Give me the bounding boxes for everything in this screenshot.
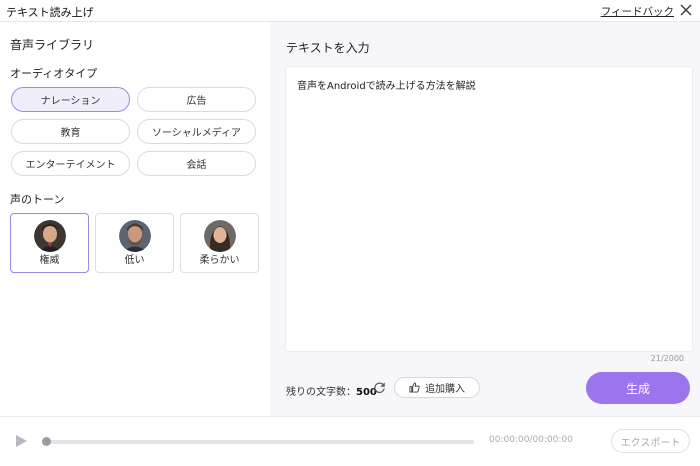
progress-knob[interactable] [42,437,51,446]
progress-track[interactable] [42,437,474,446]
play-icon[interactable] [14,434,28,448]
purchase-label: 追加購入 [425,384,465,395]
audio-type-title: オーディオタイプ [10,67,98,80]
thumbs-up-icon [409,382,420,393]
remaining-characters: 残りの文字数：500 [286,383,377,398]
text-input-area[interactable]: 音声をAndroidで読み上げる方法を解説 21/2000 [285,66,693,363]
input-text: 音声をAndroidで読み上げる方法を解説 [297,81,476,92]
purchase-more-button[interactable]: 追加購入 [394,377,480,398]
text-input-panel: テキストを入力 音声をAndroidで読み上げる方法を解説 21/2000 残り… [270,22,700,416]
tone-label: 低い [124,255,145,266]
audio-player: 00:00:00/00:00:00 エクスポート [0,416,700,466]
voice-library-title: 音声ライブラリ [10,38,95,52]
char-counter: 21/2000 [650,354,684,363]
text-input-heading: テキストを入力 [286,41,370,55]
refresh-icon[interactable] [373,381,386,394]
audio-type-conversation[interactable]: 会話 [137,151,256,176]
tone-card-low[interactable]: 低い [95,213,174,273]
avatar [204,220,236,252]
audio-type-advertisement[interactable]: 広告 [137,87,256,112]
playback-time: 00:00:00/00:00:00 [489,435,573,445]
tone-card-soft[interactable]: 柔らかい [180,213,259,273]
audio-type-entertainment[interactable]: エンターテイメント [11,151,130,176]
audio-type-social-media[interactable]: ソーシャルメディア [137,119,256,144]
close-icon[interactable] [680,4,692,16]
window-title: テキスト読み上げ [6,6,94,19]
export-button[interactable]: エクスポート [611,429,690,453]
remaining-label: 残りの文字数： [286,387,356,398]
avatar [34,220,66,252]
title-bar: テキスト読み上げ フィードバック [0,0,700,22]
feedback-link[interactable]: フィードバック [601,4,674,19]
audio-type-narration[interactable]: ナレーション [11,87,130,112]
tone-card-authoritative[interactable]: 権威 [10,213,89,273]
voice-library-panel: 音声ライブラリ オーディオタイプ ナレーション 広告 教育 ソーシャルメディア … [0,22,270,416]
tone-label: 権威 [39,255,60,266]
tone-label: 柔らかい [199,255,240,266]
avatar [119,220,151,252]
voice-tone-title: 声のトーン [10,193,65,206]
audio-type-education[interactable]: 教育 [11,119,130,144]
generate-button[interactable]: 生成 [586,372,690,404]
